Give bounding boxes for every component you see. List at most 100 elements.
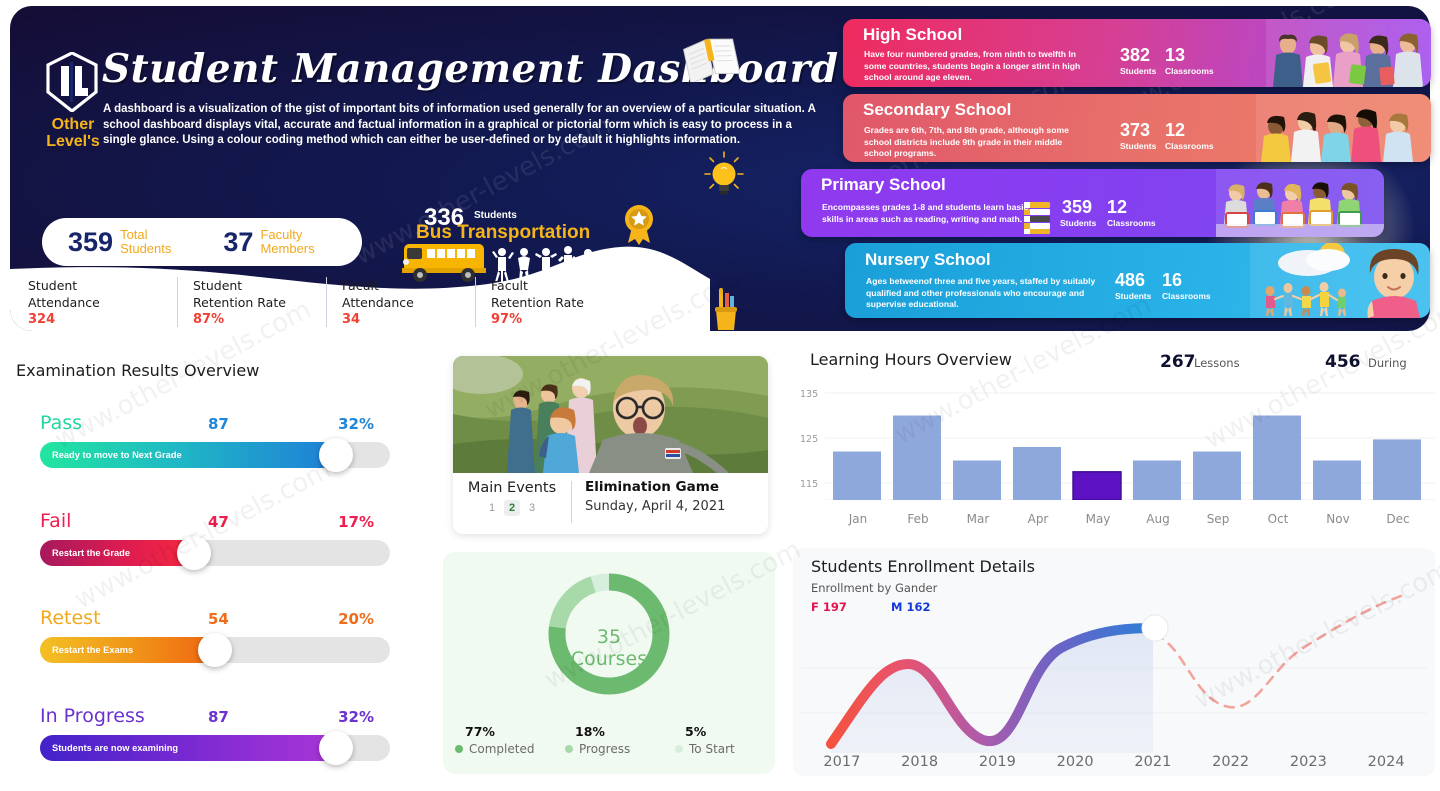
exam-row-track[interactable]: Restart the Grade	[40, 536, 390, 570]
donut-legend-percent: 5%	[685, 724, 707, 739]
bar-chart-xtick: Apr	[1027, 512, 1049, 526]
bar-sep	[1193, 451, 1241, 500]
stat-faculty-attendance: Facult Attendance 34	[326, 277, 475, 327]
exam-row-fill-label: Restart the Exams	[52, 645, 134, 655]
exam-row-track[interactable]: Ready to move to Next Grade	[40, 438, 390, 472]
exam-row-knob[interactable]	[319, 731, 353, 765]
bar-mar	[953, 460, 1001, 500]
students-photo	[1266, 19, 1431, 87]
main-events-card[interactable]: Main Events 1 2 3 Elimination Game Sunda…	[453, 356, 768, 534]
stat-value: 324	[28, 312, 56, 327]
school-card-nursery-school[interactable]: Nursery School Ages betweenof three and …	[845, 243, 1430, 318]
exam-row-track[interactable]: Restart the Exams	[40, 633, 390, 667]
stat-label-line1: Facult	[342, 278, 379, 293]
school-card-primary-school[interactable]: Primary School Encompasses grades 1-8 an…	[801, 169, 1384, 237]
school-card-title: High School	[863, 25, 963, 44]
page-description: A dashboard is a visualization of the gi…	[103, 103, 816, 146]
enrollment-x-axis: 2017 2018 2019 2020 2021 2022 2023 2024	[803, 754, 1425, 770]
stat-label-line1: Facult	[491, 278, 528, 293]
legend-dot-icon	[455, 745, 463, 753]
school-card-students-value: 359	[1062, 197, 1093, 217]
stat-faculty-retention-rate: Facult Retention Rate 97%	[475, 277, 624, 327]
school-card-high-school[interactable]: High School Have four numbered grades, f…	[843, 19, 1431, 87]
bar-dec	[1373, 439, 1421, 500]
school-card-title: Secondary School	[863, 100, 1012, 119]
exam-row-fill-label: Restart the Grade	[52, 548, 131, 558]
school-card-title: Nursery School	[865, 250, 991, 269]
exam-row-knob[interactable]	[198, 633, 232, 667]
exam-row-track[interactable]: Students are now examining	[40, 731, 390, 765]
enrollment-line-chart	[801, 594, 1427, 753]
students-enrollment-card: Students Enrollment Details Enrollment b…	[793, 548, 1435, 776]
watermark: www.other-levels.com	[69, 454, 337, 616]
learning-hours-title: Learning Hours Overview	[810, 350, 1012, 369]
school-card-students-label: Students	[1060, 218, 1097, 228]
event-page-3[interactable]: 3	[524, 500, 540, 516]
school-card-description: Ages betweenof three and five years, sta…	[866, 276, 1096, 309]
school-card-students-value: 382	[1120, 45, 1151, 65]
exam-row-label: In Progress	[40, 705, 145, 727]
donut-legend-item-progress: 18% Progress	[553, 724, 663, 756]
school-card-title: Primary School	[821, 175, 946, 194]
exam-row-knob[interactable]	[177, 536, 211, 570]
stat-label-line2: Attendance	[342, 295, 414, 310]
exam-row-percent: 17%	[338, 513, 374, 531]
exam-row-fill-label: Students are now examining	[52, 743, 179, 753]
bar-jan	[833, 451, 881, 500]
school-card-students-value: 373	[1120, 120, 1151, 140]
stat-label-line2: Retention Rate	[491, 295, 584, 310]
exam-results-title: Examination Results Overview	[16, 361, 260, 380]
exam-row-knob[interactable]	[319, 438, 353, 472]
donut-legend-item-to-start: 5% To Start	[663, 724, 773, 756]
legend-dot-icon	[565, 745, 573, 753]
exam-row-percent: 32%	[338, 708, 374, 726]
exam-row-percent: 20%	[338, 610, 374, 628]
enrollment-xtick: 2024	[1367, 754, 1405, 770]
school-card-description: Have four numbered grades, from ninth to…	[864, 49, 1081, 82]
school-card-students-label: Students	[1115, 291, 1152, 301]
event-details: Main Events 1 2 3 Elimination Game Sunda…	[453, 473, 768, 534]
stat-value: 97%	[491, 312, 523, 327]
school-card-description: Encompasses grades 1-8 and students lear…	[822, 202, 1029, 224]
stat-label-line1: Student	[193, 278, 243, 293]
courses-donut-card: 35 Courses 77% Completed 18% Progress 5%…	[443, 552, 775, 774]
brand-caption: Other Level's	[34, 116, 112, 150]
donut-legend-percent: 18%	[575, 724, 605, 739]
bar-oct	[1253, 415, 1301, 500]
bar-chart-xtick: Jan	[848, 512, 868, 526]
enrollment-xtick: 2017	[823, 754, 861, 770]
stat-label-line1: Student	[28, 278, 78, 293]
school-card-students-label: Students	[1120, 141, 1157, 151]
event-pagination[interactable]: 1 2 3	[463, 500, 561, 516]
brand-logo-icon	[46, 51, 98, 114]
enrollment-marker-2021	[1141, 614, 1169, 642]
pencil-cup-icon	[710, 285, 740, 331]
brand-caption-line2: Level's	[46, 133, 100, 150]
enrollment-xtick: 2019	[978, 754, 1016, 770]
bar-chart-xtick: Sep	[1206, 512, 1230, 526]
donut-center-text: 35 Courses	[443, 626, 775, 670]
students-photo	[1256, 94, 1431, 162]
school-card-classrooms-value: 13	[1165, 45, 1186, 65]
stat-student-attendance: Student Attendance 324	[28, 277, 177, 327]
enrollment-forecast-line	[1153, 594, 1403, 709]
exam-row-count: 87	[208, 708, 229, 726]
enrollment-xtick: 2022	[1212, 754, 1250, 770]
event-page-2[interactable]: 2	[504, 500, 520, 516]
lessons-count-value: 267	[1160, 352, 1196, 372]
bar-aug	[1133, 460, 1181, 500]
enrollment-xtick: 2023	[1289, 754, 1327, 770]
exam-row-fill-label: Ready to move to Next Grade	[52, 450, 182, 460]
event-divider	[571, 481, 572, 523]
students-photo	[1250, 243, 1430, 318]
stat-student-retention-rate: Student Retention Rate 87%	[177, 277, 326, 327]
during-count-value: 456	[1325, 352, 1361, 372]
bar-apr	[1013, 447, 1061, 500]
school-card-classrooms-value: 12	[1107, 197, 1128, 217]
bar-chart-xtick: Dec	[1386, 512, 1410, 526]
bar-chart-xtick: Mar	[966, 512, 990, 526]
school-card-classrooms-label: Classrooms	[1107, 218, 1156, 228]
school-card-secondary-school[interactable]: Secondary School Grades are 6th, 7th, an…	[843, 94, 1431, 162]
lessons-count-label: Lessons	[1194, 356, 1240, 370]
event-page-1[interactable]: 1	[484, 500, 500, 516]
